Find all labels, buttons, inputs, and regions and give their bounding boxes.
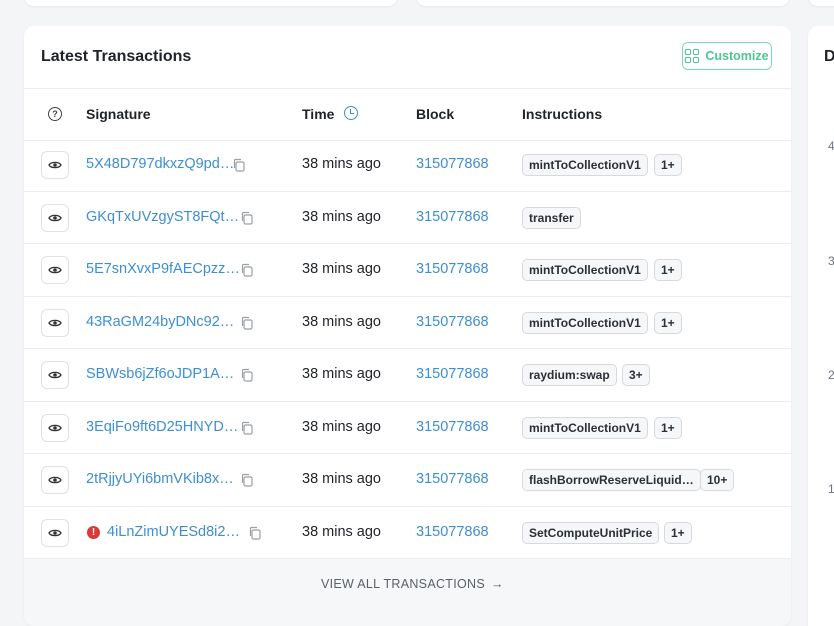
view-details-button[interactable] <box>41 203 69 232</box>
time-ago: 38 mins ago <box>302 261 381 277</box>
column-header-signature: Signature <box>86 106 151 122</box>
eye-icon <box>48 318 62 328</box>
time-ago: 38 mins ago <box>302 471 381 487</box>
top-card-left <box>24 0 398 6</box>
latest-transactions-card: Latest Transactions Customize ? Signatur… <box>24 26 791 626</box>
view-details-button[interactable] <box>41 256 69 284</box>
eye-icon <box>48 528 62 538</box>
time-ago: 38 mins ago <box>302 418 381 435</box>
column-header-block: Block <box>416 106 455 122</box>
eye-icon <box>48 370 62 380</box>
side-axis-tick: 2 <box>828 368 834 382</box>
instruction-count-badge[interactable]: 1+ <box>654 416 682 439</box>
eye-icon <box>48 213 62 223</box>
instruction-tag[interactable]: mintToCollectionV1 <box>522 311 648 334</box>
signature-link[interactable]: 4iLnZimUYESd8i2… <box>107 524 240 540</box>
instruction-count-badge[interactable]: 1+ <box>664 521 692 544</box>
signature-link[interactable]: 3EqiFo9ft6D25HNYD… <box>86 419 238 435</box>
table-row: GKqTxUVzgySТ8FQt… 38 mins ago 315077868 tra… <box>24 192 791 244</box>
time-ago: 38 mins ago <box>302 523 381 540</box>
view-all-transactions-link[interactable]: VIEW ALL TRANSACTIONS → <box>321 577 504 591</box>
view-details-button[interactable] <box>41 361 69 389</box>
side-card-title: D <box>824 48 834 65</box>
block-link[interactable]: 315077868 <box>416 156 489 172</box>
instruction-tag[interactable]: SetComputeUnitPrice <box>522 521 660 544</box>
top-card-middle <box>416 0 790 6</box>
instruction-tag[interactable]: mintToCollectionV1 <box>522 416 648 439</box>
eye-icon <box>48 265 62 275</box>
table-row: 5E7snXvxP9fAECpzz… 38 mins ago 315077868 mi… <box>24 244 791 297</box>
time-ago: 38 mins ago <box>302 156 381 172</box>
copy-icon[interactable] <box>240 211 254 225</box>
side-axis-tick: 4 <box>828 139 834 153</box>
time-ago: 38 mins ago <box>302 366 381 382</box>
view-details-button[interactable] <box>41 518 69 547</box>
copy-icon[interactable] <box>240 473 254 487</box>
side-axis-tick: 1 <box>828 482 834 496</box>
eye-icon <box>48 160 62 170</box>
signature-link[interactable]: 5X48D797dkxzQ9pd… <box>86 156 234 172</box>
clock-icon[interactable] <box>344 106 358 120</box>
help-icon[interactable]: ? <box>48 107 62 121</box>
block-link[interactable]: 315077868 <box>416 471 489 487</box>
copy-icon[interactable] <box>248 526 262 540</box>
table-footer: VIEW ALL TRANSACTIONS → <box>24 559 791 626</box>
instruction-count-badge[interactable]: 1+ <box>654 311 682 334</box>
view-details-button[interactable] <box>41 413 69 442</box>
instruction-count-badge[interactable]: 1+ <box>654 259 682 281</box>
time-ago: 38 mins ago <box>302 313 381 330</box>
copy-icon[interactable] <box>240 263 254 277</box>
instruction-count-badge[interactable]: 10+ <box>700 469 735 491</box>
grid-icon <box>685 49 700 63</box>
eye-icon <box>48 423 62 433</box>
top-card-right <box>808 0 834 6</box>
instruction-tag[interactable]: mintToCollectionV1 <box>522 154 648 176</box>
view-all-label: VIEW ALL TRANSACTIONS <box>321 577 485 591</box>
error-icon: ! <box>87 525 100 539</box>
column-header-instructions: Instructions <box>522 106 603 122</box>
eye-icon <box>48 475 62 485</box>
block-link[interactable]: 315077868 <box>416 366 489 382</box>
table-row: ! 4iLnZimUYESd8i2… 38 mins ago 315077868 Set… <box>24 507 791 559</box>
table-row: 43RaGM24byDNc92… 38 mins ago 315077868 mint… <box>24 297 791 349</box>
copy-icon[interactable] <box>240 421 254 435</box>
instruction-tag[interactable]: transfer <box>522 206 581 229</box>
column-header-time: Time <box>302 106 335 122</box>
table-row: 3EqiFo9ft6D25HNYD… 38 mins ago 315077868 mi… <box>24 402 791 454</box>
view-details-button[interactable] <box>41 308 69 337</box>
card-title: Latest Transactions <box>41 48 192 65</box>
copy-icon[interactable] <box>232 158 246 172</box>
instruction-count-badge[interactable]: 3+ <box>622 364 650 386</box>
side-axis-tick: 3 <box>828 254 834 268</box>
instruction-tag[interactable]: mintToCollectionV1 <box>522 259 648 281</box>
block-link[interactable]: 315077868 <box>416 524 489 540</box>
copy-icon[interactable] <box>240 368 254 382</box>
table-header: ? Signature Time Block Instructions <box>24 88 791 141</box>
arrow-right-icon: → <box>490 577 504 591</box>
signature-link[interactable]: 43RaGM24byDNc92… <box>86 314 234 330</box>
table-row: 5X48D797dkxzQ9pd… 38 mins ago 315077868 min… <box>24 139 791 192</box>
side-chart-card: D 4 3 2 1 <box>808 26 834 626</box>
view-details-button[interactable] <box>41 151 69 179</box>
table-row: 2tRjjyUYi6bmVKib8x… 38 mins ago 315077868 f… <box>24 454 791 507</box>
signature-link[interactable]: GKqTxUVzgySТ8FQt… <box>86 209 239 225</box>
view-details-button[interactable] <box>41 466 69 494</box>
transaction-rows: 5X48D797dkxzQ9pd… 38 mins ago 315077868 min… <box>24 139 791 559</box>
instruction-tag[interactable]: raydium:swap <box>522 364 617 386</box>
signature-link[interactable]: 2tRjjyUYi6bmVKib8x… <box>86 471 234 487</box>
block-link[interactable]: 315077868 <box>416 419 489 435</box>
customize-button[interactable]: Customize <box>682 42 772 70</box>
instruction-tag[interactable]: flashBorrowReserveLiquid… <box>522 469 701 491</box>
block-link[interactable]: 315077868 <box>416 314 489 330</box>
time-ago: 38 mins ago <box>302 208 381 225</box>
table-row: SBWsb6jZf6oJDP1A… 38 mins ago 315077868 ray… <box>24 349 791 402</box>
copy-icon[interactable] <box>240 316 254 330</box>
instruction-count-badge[interactable]: 1+ <box>654 154 682 176</box>
customize-label: Customize <box>705 49 769 63</box>
signature-link[interactable]: SBWsb6jZf6oJDP1A… <box>86 366 234 382</box>
block-link[interactable]: 315077868 <box>416 209 489 225</box>
signature-link[interactable]: 5E7snXvxP9fAECpzz… <box>86 261 240 277</box>
block-link[interactable]: 315077868 <box>416 261 489 277</box>
